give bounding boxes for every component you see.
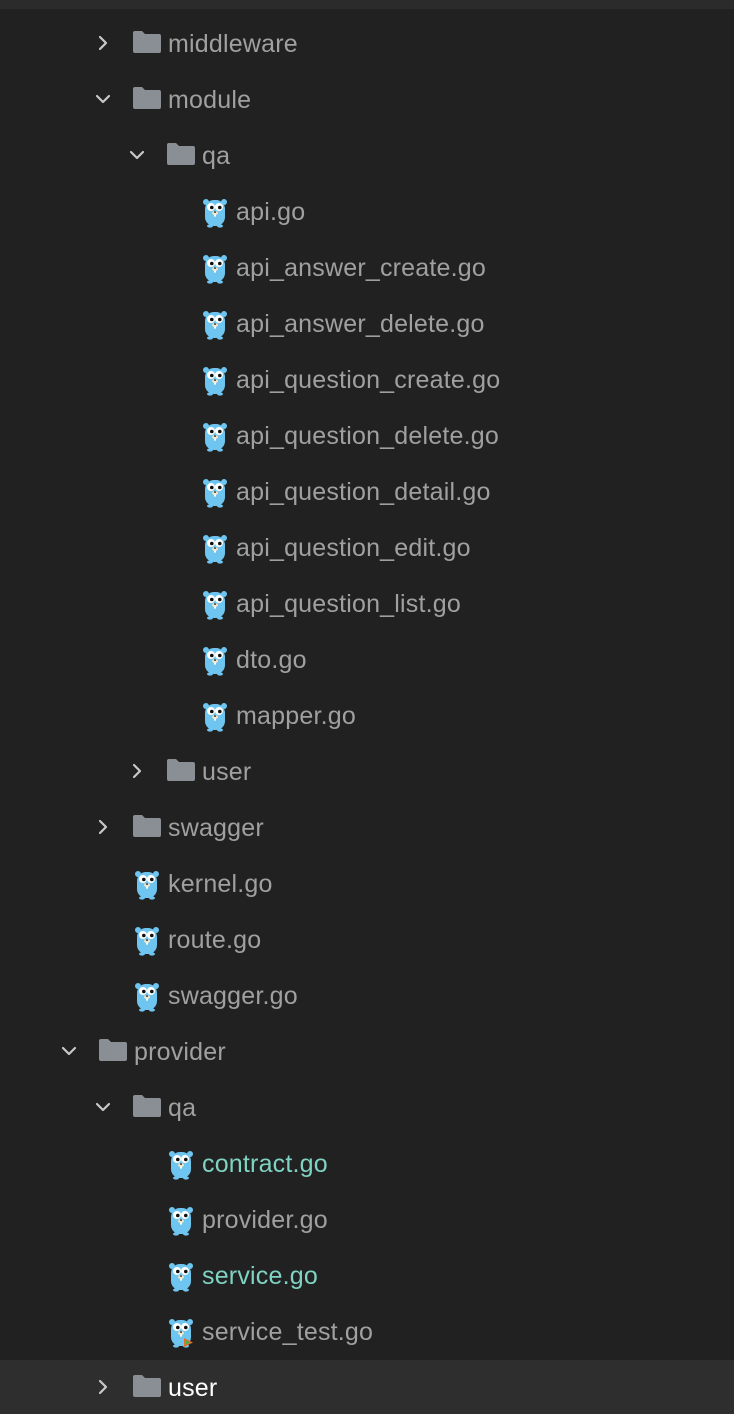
tree-file-row[interactable]: mapper.go (0, 688, 734, 744)
tree-file-row[interactable]: kernel.go (0, 856, 734, 912)
file-label: service_test.go (202, 1318, 374, 1346)
tree-file-row[interactable]: provider.go (0, 1192, 734, 1248)
chevron-down-icon[interactable] (94, 1096, 112, 1118)
go-test-gopher-icon (168, 1316, 194, 1348)
go-gopher-icon (202, 196, 228, 228)
chevron-down-icon[interactable] (94, 88, 112, 110)
file-label: api.go (236, 198, 306, 226)
folder-label: qa (202, 142, 231, 170)
go-gopher-icon (134, 980, 160, 1012)
file-label: api_question_detail.go (236, 478, 491, 506)
chevron-right-icon[interactable] (94, 1376, 112, 1398)
folder-label: user (168, 1374, 218, 1402)
tree-file-row[interactable]: service.go (0, 1248, 734, 1304)
file-label: provider.go (202, 1206, 328, 1234)
folder-icon (166, 142, 196, 166)
go-gopher-icon (134, 924, 160, 956)
tree-folder-row[interactable]: middleware (0, 16, 734, 72)
file-label: route.go (168, 926, 262, 954)
tree-file-row[interactable]: service_test.go (0, 1304, 734, 1360)
file-label: mapper.go (236, 702, 356, 730)
tree-folder-row[interactable]: module (0, 72, 734, 128)
chevron-right-icon[interactable] (128, 760, 146, 782)
folder-icon (132, 86, 162, 110)
go-gopher-icon (168, 1260, 194, 1292)
tree-file-row[interactable]: api_question_list.go (0, 576, 734, 632)
folder-label: module (168, 86, 252, 114)
chevron-right-icon[interactable] (94, 32, 112, 54)
file-label: contract.go (202, 1150, 328, 1178)
folder-icon (166, 758, 196, 782)
go-gopher-icon (202, 588, 228, 620)
go-gopher-icon (168, 1148, 194, 1180)
tree-file-row[interactable]: api_question_detail.go (0, 464, 734, 520)
file-label: api_answer_create.go (236, 254, 486, 282)
folder-label: provider (134, 1038, 226, 1066)
tree-file-row[interactable]: api_question_create.go (0, 352, 734, 408)
file-label: swagger.go (168, 982, 298, 1010)
go-gopher-icon (168, 1204, 194, 1236)
go-gopher-icon (202, 420, 228, 452)
tree-file-row[interactable]: route.go (0, 912, 734, 968)
folder-icon (132, 30, 162, 54)
go-gopher-icon (202, 476, 228, 508)
folder-icon (132, 814, 162, 838)
tree-folder-row[interactable]: provider (0, 1024, 734, 1080)
tree-file-row[interactable]: swagger.go (0, 968, 734, 1024)
go-gopher-icon (202, 700, 228, 732)
file-label: api_question_create.go (236, 366, 501, 394)
file-label: api_question_list.go (236, 590, 461, 618)
folder-icon (132, 1094, 162, 1118)
go-gopher-icon (202, 364, 228, 396)
folder-icon (132, 1374, 162, 1398)
go-gopher-icon (202, 532, 228, 564)
tree-folder-row[interactable]: qa (0, 128, 734, 184)
tree-folder-row[interactable]: qa (0, 1080, 734, 1136)
chevron-right-icon[interactable] (94, 816, 112, 838)
file-label: api_question_delete.go (236, 422, 499, 450)
tree-folder-row[interactable]: swagger (0, 800, 734, 856)
file-label: api_answer_delete.go (236, 310, 485, 338)
go-gopher-icon (202, 644, 228, 676)
folder-label: user (202, 758, 252, 786)
folder-label: swagger (168, 814, 264, 842)
tree-file-row[interactable]: api.go (0, 184, 734, 240)
folder-label: qa (168, 1094, 197, 1122)
file-explorer-tree: middleware module qa api.go api_answer_creat… (0, 0, 734, 1414)
tree-file-row[interactable]: api_question_edit.go (0, 520, 734, 576)
folder-label: middleware (168, 30, 298, 58)
file-label: service.go (202, 1262, 318, 1290)
tree-file-row[interactable]: contract.go (0, 1136, 734, 1192)
chevron-down-icon[interactable] (128, 144, 146, 166)
folder-icon (98, 1038, 128, 1062)
go-gopher-icon (202, 252, 228, 284)
tree-folder-row[interactable]: user (0, 1360, 734, 1414)
tree-file-row[interactable]: api_answer_create.go (0, 240, 734, 296)
file-label: dto.go (236, 646, 307, 674)
tree-folder-row[interactable]: user (0, 744, 734, 800)
go-gopher-icon (134, 868, 160, 900)
tree-file-row[interactable]: api_question_delete.go (0, 408, 734, 464)
file-label: api_question_edit.go (236, 534, 471, 562)
chevron-down-icon[interactable] (60, 1040, 78, 1062)
tree-file-row[interactable]: api_answer_delete.go (0, 296, 734, 352)
tree-file-row[interactable]: dto.go (0, 632, 734, 688)
file-label: kernel.go (168, 870, 273, 898)
go-gopher-icon (202, 308, 228, 340)
